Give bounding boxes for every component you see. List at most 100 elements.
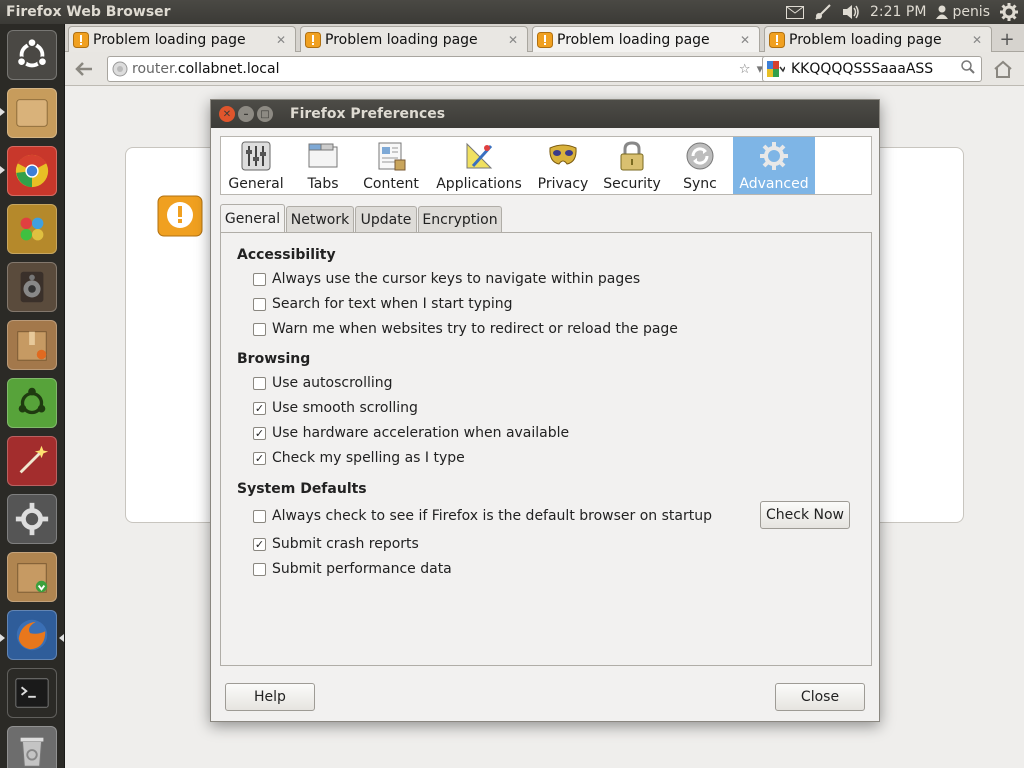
gear-icon[interactable] — [1000, 3, 1018, 21]
launcher-files[interactable] — [7, 88, 57, 138]
paint-palette-icon — [20, 217, 44, 241]
subtab-update[interactable]: Update — [355, 206, 417, 232]
checkbox[interactable] — [253, 562, 266, 576]
search-bar[interactable]: KKQQQQSSSaaaASS — [762, 56, 982, 82]
pane-label: Content — [363, 176, 419, 192]
close-window-button[interactable]: ✕ — [219, 106, 235, 122]
option-default-browser[interactable]: Always check to see if Firefox is the de… — [253, 508, 712, 524]
pane-tabs[interactable]: Tabs — [293, 137, 353, 194]
volume-icon[interactable] — [842, 4, 860, 20]
checkbox[interactable] — [253, 509, 266, 523]
option-warn-redirect[interactable]: Warn me when websites try to redirect or… — [253, 321, 678, 337]
maximize-window-button[interactable]: □ — [257, 106, 273, 122]
checkbox[interactable]: ✓ — [253, 537, 266, 551]
url-host-prefix: router. — [132, 61, 178, 77]
url-text[interactable]: router.collabnet.local — [128, 61, 739, 77]
search-engine-selector[interactable] — [765, 59, 787, 79]
pane-advanced[interactable]: Advanced — [733, 137, 815, 194]
sync-icon — [686, 142, 714, 170]
option-cursor-keys[interactable]: Always use the cursor keys to navigate w… — [253, 271, 640, 287]
launcher-firefox[interactable] — [7, 610, 57, 660]
tab-1[interactable]: Problem loading page ✕ — [68, 26, 296, 52]
section-browsing: Browsing — [237, 351, 311, 367]
pane-label: Tabs — [307, 176, 339, 192]
google-icon — [767, 61, 785, 77]
mail-icon[interactable] — [786, 5, 805, 19]
pane-label: Advanced — [739, 176, 809, 192]
url-host-main: collabnet.local — [177, 61, 280, 77]
checkbox[interactable] — [253, 376, 266, 390]
subtab-network[interactable]: Network — [286, 206, 354, 232]
new-tab-button[interactable]: + — [996, 28, 1018, 50]
back-button[interactable] — [71, 57, 97, 81]
check-now-button[interactable]: Check Now — [760, 501, 850, 529]
launcher-trash[interactable] — [7, 726, 57, 768]
close-icon[interactable]: ✕ — [969, 32, 985, 48]
checkbox[interactable]: ✓ — [253, 426, 266, 440]
tab-3[interactable]: Problem loading page ✕ — [532, 26, 760, 52]
option-label: Submit performance data — [272, 561, 452, 577]
warning-favicon-icon — [305, 31, 321, 48]
url-bar[interactable]: router.collabnet.local ☆ ▾ ↻ — [107, 56, 787, 82]
option-label: Always check to see if Firefox is the de… — [272, 508, 712, 524]
minimize-window-button[interactable]: – — [238, 106, 254, 122]
option-performance-data[interactable]: Submit performance data — [253, 561, 452, 577]
launcher-package[interactable] — [7, 320, 57, 370]
tab-2[interactable]: Problem loading page ✕ — [300, 26, 528, 52]
close-icon[interactable]: ✕ — [737, 32, 753, 48]
firefox-icon — [16, 619, 48, 651]
preferences-dialog: ✕ – □ Firefox Preferences General Tabs C… — [210, 99, 880, 722]
pane-sync[interactable]: Sync — [669, 137, 731, 194]
checkbox[interactable] — [253, 297, 266, 311]
close-icon[interactable]: ✕ — [505, 32, 521, 48]
option-crash-reports[interactable]: ✓ Submit crash reports — [253, 536, 419, 552]
close-icon[interactable]: ✕ — [273, 32, 289, 48]
tab-title: Problem loading page — [789, 31, 942, 48]
pane-content[interactable]: Content — [355, 137, 427, 194]
chrome-icon — [15, 154, 49, 188]
system-tray: 2:21 PM penis — [786, 3, 1024, 21]
subtab-general[interactable]: General — [220, 204, 285, 233]
option-search-typing[interactable]: Search for text when I start typing — [253, 296, 513, 312]
back-arrow-icon — [75, 62, 92, 76]
close-icon: ✕ — [222, 108, 232, 120]
bookmark-star-icon[interactable]: ☆ — [739, 62, 751, 77]
pane-privacy[interactable]: Privacy — [531, 137, 595, 194]
option-label: Search for text when I start typing — [272, 296, 513, 312]
subtab-encryption[interactable]: Encryption — [418, 206, 502, 232]
pane-general[interactable]: General — [221, 137, 291, 194]
help-button[interactable]: Help — [225, 683, 315, 711]
clock[interactable]: 2:21 PM — [870, 4, 926, 20]
checkbox[interactable] — [253, 322, 266, 336]
home-button[interactable] — [990, 57, 1016, 81]
checkbox[interactable] — [253, 272, 266, 286]
network-icon[interactable] — [814, 4, 832, 20]
option-spelling[interactable]: ✓ Check my spelling as I type — [253, 450, 465, 466]
option-label: Use hardware acceleration when available — [272, 425, 570, 441]
minimize-icon: – — [243, 108, 249, 120]
search-input[interactable]: KKQQQQSSSaaaASS — [787, 61, 961, 77]
maximize-icon: □ — [260, 108, 270, 120]
pane-applications[interactable]: Applications — [429, 137, 529, 194]
trash-icon — [20, 737, 44, 767]
option-hardware-acceleration[interactable]: ✓ Use hardware acceleration when availab… — [253, 425, 569, 441]
launcher-update-manager[interactable] — [7, 552, 57, 602]
checkbox[interactable]: ✓ — [253, 401, 266, 415]
search-icon[interactable] — [961, 60, 981, 78]
launcher-magic-wand[interactable] — [7, 436, 57, 486]
launcher-paint[interactable] — [7, 204, 57, 254]
launcher-terminal[interactable] — [7, 668, 57, 718]
pane-security[interactable]: Security — [597, 137, 667, 194]
close-button[interactable]: Close — [775, 683, 865, 711]
checkbox[interactable]: ✓ — [253, 451, 266, 465]
launcher-system-settings[interactable] — [7, 494, 57, 544]
user-menu[interactable]: penis — [936, 4, 990, 20]
option-smooth-scrolling[interactable]: ✓ Use smooth scrolling — [253, 400, 418, 416]
dash-home-button[interactable] — [7, 30, 57, 80]
dialog-titlebar: ✕ – □ Firefox Preferences — [211, 100, 879, 128]
option-autoscrolling[interactable]: Use autoscrolling — [253, 375, 393, 391]
launcher-chrome[interactable] — [7, 146, 57, 196]
tab-4[interactable]: Problem loading page ✕ — [764, 26, 992, 52]
launcher-ubuntu-software[interactable] — [7, 378, 57, 428]
launcher-speaker[interactable] — [7, 262, 57, 312]
